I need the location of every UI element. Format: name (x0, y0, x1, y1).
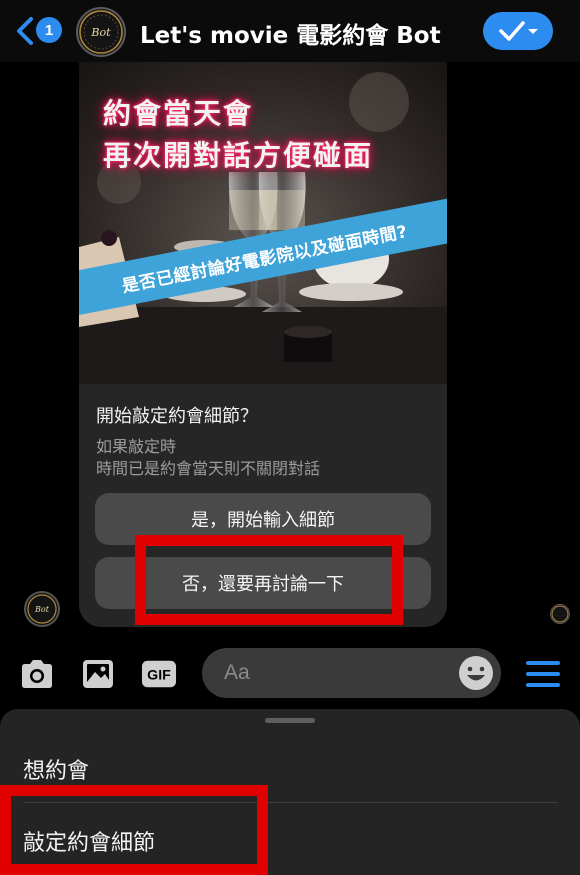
chat-title[interactable]: Let's movie 電影約會 Bot (140, 16, 441, 50)
chevron-left-icon (17, 17, 33, 45)
sheet-grabber[interactable] (265, 718, 315, 723)
message-list[interactable]: 約會當天會 再次開對話方便碰面 是否已經討論好電影院以及碰面時間? 開始敲定約會… (0, 62, 580, 642)
hero-text-line-1: 約會當天會 (103, 97, 254, 130)
menu-item-want-date[interactable]: 想約會 (23, 753, 89, 785)
svg-text:GIF: GIF (147, 668, 171, 684)
bot-logo-icon: Bot (27, 594, 57, 624)
message-composer: GIF Aa (0, 642, 580, 704)
seen-indicator-avatar (550, 604, 570, 624)
svg-text:Bot: Bot (90, 26, 111, 39)
unread-count-badge: 1 (36, 17, 62, 43)
photo-gallery-button[interactable] (80, 656, 116, 692)
check-dropdown-icon (499, 21, 538, 41)
bot-logo-icon (551, 605, 569, 623)
bot-message-avatar: Bot (24, 591, 60, 627)
hero-image: 約會當天會 再次開對話方便碰面 是否已經討論好電影院以及碰面時間? (79, 62, 447, 384)
highlight-box-yes-button (135, 535, 403, 625)
camera-button[interactable] (19, 656, 55, 692)
highlight-box-menu-item (0, 785, 268, 875)
card-subtitle-line-1: 如果敲定時 (96, 437, 177, 456)
chat-header: 1 Bot Let's movie 電影約會 Bot (0, 0, 580, 62)
hero-text-line-2: 再次開對話方便碰面 (103, 139, 374, 172)
bot-avatar[interactable]: Bot (76, 7, 126, 57)
image-icon (83, 660, 113, 688)
svg-text:Bot: Bot (34, 605, 50, 614)
camera-icon (22, 660, 52, 688)
message-input[interactable]: Aa (202, 648, 501, 698)
card-subtitle-line-2: 時間已是約會當天則不關閉對話 (96, 459, 321, 478)
emoji-icon[interactable] (458, 655, 494, 691)
gif-icon: GIF (141, 660, 177, 688)
gif-button[interactable]: GIF (141, 656, 177, 692)
message-input-placeholder: Aa (224, 661, 250, 684)
card-title: 開始敲定約會細節？ (96, 406, 258, 427)
bot-logo-icon: Bot (79, 10, 123, 54)
subscribe-check-button[interactable] (483, 12, 553, 50)
back-button[interactable]: 1 (14, 14, 62, 48)
menu-icon[interactable] (522, 656, 564, 692)
